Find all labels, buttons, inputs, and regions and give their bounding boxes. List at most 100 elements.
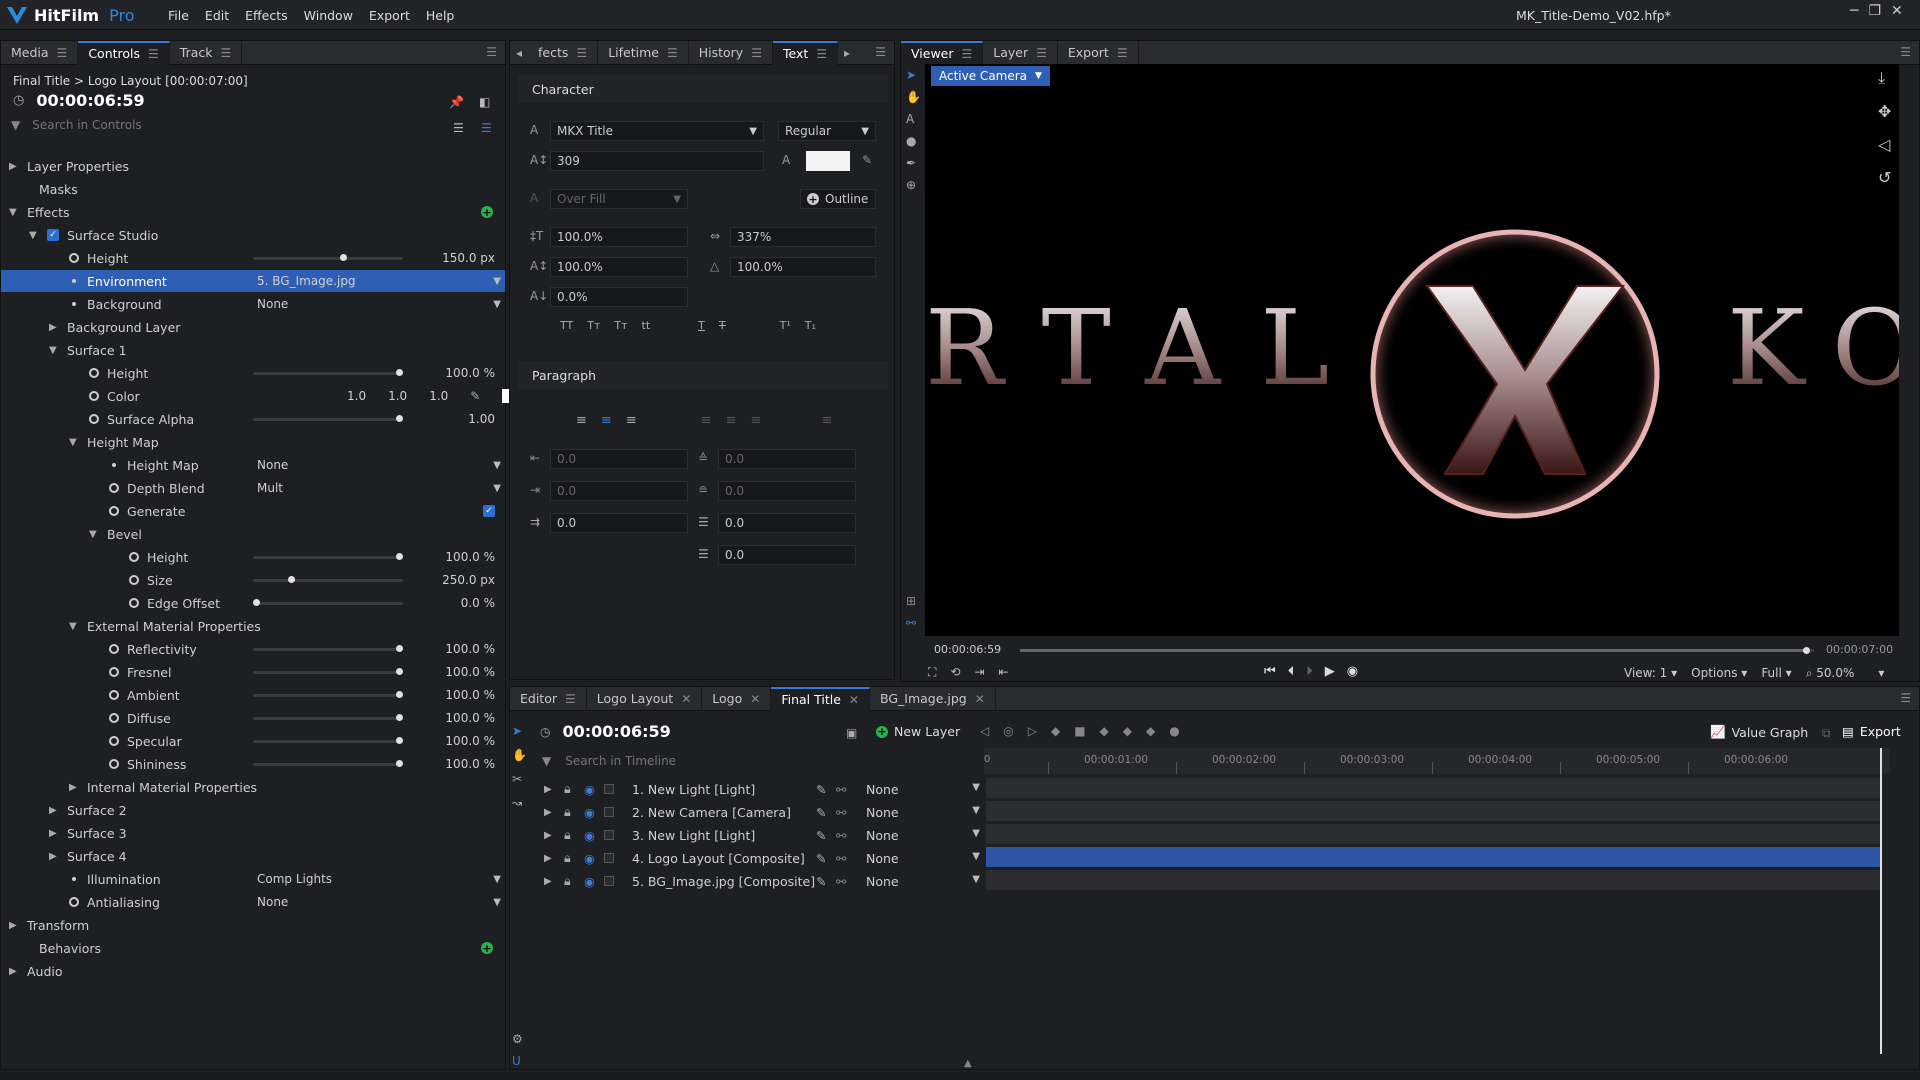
title-caps-button[interactable]: Tт: [587, 319, 600, 332]
control-value[interactable]: 100.0 %: [445, 734, 495, 748]
blend-mode-select[interactable]: None ▼: [866, 874, 980, 889]
outline-button[interactable]: + Outline: [800, 189, 876, 209]
line-spacing-field[interactable]: 0.0: [718, 513, 856, 533]
layer-row[interactable]: ▶ 🔒︎ ◉ 1. New Light [Light] ✎ ⚯ None ▼: [540, 778, 980, 800]
keyframe-toggle-icon[interactable]: [89, 368, 99, 378]
color-r-value[interactable]: 1.0: [347, 389, 366, 403]
blend-mode-select[interactable]: None ▼: [866, 828, 980, 843]
visibility-icon[interactable]: ◉: [584, 805, 595, 820]
font-style-select[interactable]: Regular ▼: [778, 121, 876, 141]
shape-tool-icon[interactable]: ●: [906, 134, 921, 148]
prev-keyframe-icon[interactable]: ◁: [980, 724, 989, 738]
value-slider[interactable]: [253, 760, 403, 767]
color-g-value[interactable]: 1.0: [388, 389, 407, 403]
keyframe-toggle-icon[interactable]: [109, 759, 119, 769]
value-slider[interactable]: [253, 415, 403, 422]
key-hold-icon[interactable]: ■: [1074, 724, 1085, 738]
step-forward-icon[interactable]: ⏵: [1306, 664, 1313, 679]
scrub-bar[interactable]: [1020, 647, 1814, 654]
expand-icon[interactable]: ▶: [544, 830, 552, 841]
control-row-surface2[interactable]: ▶ Surface 2: [1, 799, 505, 821]
new-comp-icon[interactable]: ▣: [846, 726, 857, 740]
control-row-antialiasing[interactable]: Antialiasing None ▼: [1, 891, 505, 913]
pin-icon[interactable]: 📌: [449, 95, 464, 109]
new-layer-button[interactable]: + New Layer: [876, 724, 960, 739]
value-slider[interactable]: [253, 369, 403, 376]
value-slider[interactable]: [253, 645, 403, 652]
viewer-canvas[interactable]: Active Camera▼ RTAL KO: [925, 64, 1899, 636]
next-keyframe-icon[interactable]: ▷: [1028, 724, 1037, 738]
control-row-audio[interactable]: ▶ Audio: [1, 960, 505, 982]
key-ease-in-icon[interactable]: ◆: [1123, 724, 1132, 738]
expand-icon[interactable]: ▶: [9, 161, 19, 172]
control-row-diffuse[interactable]: Diffuse 100.0 %: [1, 707, 505, 729]
slider-knob[interactable]: [395, 415, 403, 422]
slider-knob[interactable]: [395, 714, 403, 721]
slice-tool-icon[interactable]: ✂: [512, 772, 527, 786]
edit-icon[interactable]: ✎: [816, 874, 826, 889]
value-slider[interactable]: [253, 691, 403, 698]
value-slider[interactable]: [253, 254, 403, 261]
collapse-icon[interactable]: ▼: [49, 345, 59, 356]
orbit-tool-icon[interactable]: ⊕: [906, 178, 921, 192]
control-row-height-map-group[interactable]: ▼ Height Map: [1, 431, 505, 453]
key-smooth-icon[interactable]: ●: [1169, 724, 1179, 738]
control-row-environment[interactable]: Environment 5. BG_Image.jpg ▼: [1, 270, 505, 292]
control-row-int-mat[interactable]: ▶ Internal Material Properties: [1, 776, 505, 798]
menu-icon[interactable]: ☰: [565, 692, 576, 706]
layer-track[interactable]: [986, 847, 1880, 868]
layer-track[interactable]: [986, 778, 1880, 799]
control-row-masks[interactable]: Masks: [1, 178, 505, 200]
scroll-up-icon[interactable]: ▲: [964, 1058, 972, 1069]
slider-knob[interactable]: [253, 599, 260, 606]
hand-tool-icon[interactable]: ✋: [512, 748, 527, 762]
menu-icon[interactable]: ☰: [816, 47, 827, 61]
value-slider[interactable]: [253, 668, 403, 675]
zoom-select[interactable]: ⌕ 50.0%: [1806, 666, 1855, 681]
parent-link-icon[interactable]: ⚯: [836, 782, 846, 797]
control-row-layer-properties[interactable]: ▶ Layer Properties: [1, 155, 505, 177]
menu-icon[interactable]: ☰: [751, 46, 762, 60]
insert-icon[interactable]: ⇤: [999, 665, 1009, 680]
edit-icon[interactable]: ✎: [816, 805, 826, 820]
vertical-scale-field[interactable]: 100.0%: [550, 227, 688, 247]
tab-viewer[interactable]: Viewer ☰: [901, 40, 984, 65]
fit-icon[interactable]: ⛶: [928, 665, 936, 680]
menu-help[interactable]: Help: [426, 8, 455, 23]
slider-knob[interactable]: [395, 553, 403, 560]
visibility-icon[interactable]: ◉: [584, 851, 595, 866]
control-value[interactable]: 150.0 px: [442, 251, 495, 265]
keyframe-toggle-icon[interactable]: [109, 667, 119, 677]
control-value[interactable]: 100.0 %: [445, 665, 495, 679]
blend-mode-select[interactable]: None ▼: [866, 851, 980, 866]
solo-toggle[interactable]: [604, 784, 614, 794]
roll-tool-icon[interactable]: ↝: [512, 796, 527, 810]
lock-icon[interactable]: 🔒︎: [564, 850, 571, 866]
eyedropper-icon[interactable]: ✎: [862, 153, 872, 167]
scroll-right-icon[interactable]: ▸: [838, 46, 856, 60]
control-row-height[interactable]: Height 150.0 px: [1, 247, 505, 269]
expand-icon[interactable]: ▶: [544, 876, 552, 887]
grid-icon[interactable]: ⊞: [906, 594, 916, 608]
menu-edit[interactable]: Edit: [205, 8, 229, 23]
parent-link-icon[interactable]: ⚯: [836, 851, 846, 866]
color-b-value[interactable]: 1.0: [429, 389, 448, 403]
expand-icon[interactable]: ▶: [49, 828, 59, 839]
visibility-icon[interactable]: ◉: [584, 828, 595, 843]
keyframe-toggle-icon[interactable]: [69, 897, 79, 907]
indent-left-field[interactable]: 0.0: [550, 449, 688, 469]
small-caps-button[interactable]: Tт: [614, 319, 627, 332]
control-row-specular[interactable]: Specular 100.0 %: [1, 730, 505, 752]
layer-row[interactable]: ▶ 🔒︎ ◉ 5. BG_Image.jpg [Composite] ✎ ⚯ None ▼: [540, 870, 980, 892]
eyedropper-icon[interactable]: ✎: [470, 389, 480, 403]
keyframe-toggle-icon[interactable]: [89, 391, 99, 401]
tab-export[interactable]: Export ☰: [1058, 40, 1139, 65]
view-select[interactable]: View: 1 ▾: [1624, 666, 1677, 681]
pen-tool-icon[interactable]: ✒: [906, 156, 921, 170]
quality-select[interactable]: Full ▾: [1761, 666, 1791, 681]
menu-icon[interactable]: ☰: [148, 47, 159, 61]
control-row-effects[interactable]: ▼ Effects +: [1, 201, 505, 223]
strikethrough-button[interactable]: T: [719, 319, 726, 332]
playhead-knob[interactable]: [1803, 647, 1811, 654]
tab-lifetime[interactable]: Lifetime ☰: [598, 40, 689, 65]
